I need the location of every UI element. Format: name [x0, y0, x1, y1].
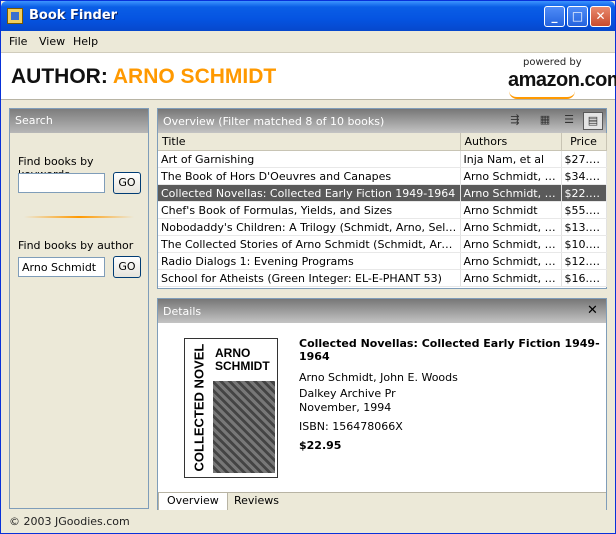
table-row[interactable]: Nobodaddy's Children: A Trilogy (Schmidt…: [158, 218, 607, 236]
cover-photo: [213, 381, 275, 473]
table-header-row: Title Authors Price: [158, 133, 607, 151]
amazon-logo: amazon.com: [508, 69, 616, 91]
details-panel: Details ✕ COLLECTED NOVELLAS ARNO SCHMID…: [157, 298, 607, 510]
row-title: Collected Novellas: Collected Early Fict…: [158, 184, 461, 202]
row-title: School for Atheists (Green Integer: EL-E…: [158, 269, 461, 287]
row-price: $27.97: [561, 150, 607, 168]
list-view-icon[interactable]: ☰: [559, 112, 579, 130]
cover-spine: COLLECTED NOVELLAS: [188, 343, 210, 475]
amazon-smile-icon: [509, 91, 575, 99]
table-row[interactable]: Art of Garnishing Inja Nam, et al $27.97: [158, 150, 607, 168]
table-row-selected[interactable]: Collected Novellas: Collected Early Fict…: [158, 184, 607, 202]
details-title: Details: [163, 305, 202, 318]
row-title: Radio Dialogs 1: Evening Programs: [158, 252, 461, 270]
powered-by-label: powered by: [523, 57, 582, 68]
close-window-button[interactable]: ✕: [590, 6, 611, 27]
row-price: $55.00: [561, 201, 607, 219]
table-row[interactable]: The Collected Stories of Arno Schmidt (S…: [158, 235, 607, 253]
window-title: Book Finder: [29, 8, 118, 23]
author-header: AUTHOR: ARNO SCHMIDT powered by amazon.c…: [1, 53, 616, 100]
book-authors: Arno Schmidt, John E. Woods: [299, 371, 458, 384]
menu-file[interactable]: File: [9, 35, 27, 48]
table-row[interactable]: Radio Dialogs 1: Evening Programs Arno Sc…: [158, 252, 607, 270]
keywords-go-button[interactable]: GO: [113, 172, 141, 194]
separator: [24, 216, 134, 218]
row-title: Nobodaddy's Children: A Trilogy (Schmidt…: [158, 218, 461, 236]
minimize-button[interactable]: _: [544, 6, 565, 27]
row-price: $22.95: [561, 184, 607, 202]
row-title: Chef's Book of Formulas, Yields, and Siz…: [158, 201, 461, 219]
maximize-button[interactable]: □: [567, 6, 588, 27]
overview-panel: Overview (Filter matched 8 of 10 books) …: [157, 108, 607, 289]
book-title: Collected Novellas: Collected Early Fict…: [299, 337, 600, 363]
menu-view[interactable]: View: [39, 35, 65, 48]
table-body: Art of Garnishing Inja Nam, et al $27.97 T…: [158, 150, 607, 287]
row-price: $12.95: [561, 252, 607, 270]
author-prefix: AUTHOR:: [11, 65, 108, 88]
row-authors: Arno Schmidt, et al: [460, 167, 562, 185]
row-authors: Inja Nam, et al: [460, 150, 562, 168]
table-row[interactable]: The Book of Hors D'Oeuvres and Canapes Ar…: [158, 167, 607, 185]
book-cover-image: COLLECTED NOVELLAS ARNO SCHMIDT: [184, 338, 278, 478]
book-price: $22.95: [299, 439, 342, 452]
table-row[interactable]: School for Atheists (Green Integer: EL-E…: [158, 269, 607, 287]
row-price: $10.80: [561, 235, 607, 253]
tab-reviews[interactable]: Reviews: [226, 493, 287, 510]
close-details-icon[interactable]: ✕: [587, 303, 598, 318]
row-price: $13.95: [561, 218, 607, 236]
title-bar[interactable]: Book Finder _ □ ✕: [1, 1, 615, 31]
column-price[interactable]: Price: [561, 133, 607, 151]
book-publisher: Dalkey Archive Pr: [299, 387, 396, 400]
row-authors: Arno Schmidt, et al: [460, 184, 562, 202]
column-authors[interactable]: Authors: [460, 133, 562, 151]
search-panel-title: Search: [15, 114, 53, 127]
author-go-button[interactable]: GO: [113, 256, 141, 278]
cover-author: ARNO SCHMIDT: [215, 346, 270, 373]
row-authors: Arno Schmidt, et al: [460, 218, 562, 236]
author-name: ARNO SCHMIDT: [112, 65, 277, 88]
author-heading: AUTHOR: ARNO SCHMIDT: [11, 65, 276, 89]
row-authors: Arno Schmidt, et al: [460, 252, 562, 270]
column-title[interactable]: Title: [158, 133, 461, 151]
row-title: The Book of Hors D'Oeuvres and Canapes: [158, 167, 461, 185]
row-authors: Arno Schmidt, et al: [460, 235, 562, 253]
row-price: $34.97: [561, 167, 607, 185]
book-isbn: ISBN: 156478066X: [299, 420, 403, 433]
keywords-input[interactable]: [18, 173, 105, 193]
filter-icon[interactable]: ⇶: [505, 112, 525, 130]
grid-view-icon[interactable]: ▦: [535, 112, 555, 130]
search-panel-header: Search: [10, 109, 148, 133]
app-book-icon: [7, 8, 23, 24]
app-window: Book Finder _ □ ✕ File View Help AUTHOR:…: [0, 0, 616, 534]
row-title: The Collected Stories of Arno Schmidt (S…: [158, 235, 461, 253]
author-input[interactable]: [18, 257, 105, 277]
search-panel: Search Find books by keywords GO Find bo…: [9, 108, 149, 509]
menu-bar: File View Help: [1, 32, 615, 53]
table-view-icon[interactable]: ▤: [583, 112, 603, 130]
overview-panel-header: Overview (Filter matched 8 of 10 books) …: [158, 109, 606, 133]
row-price: $16.95: [561, 269, 607, 287]
row-title: Art of Garnishing: [158, 150, 461, 168]
menu-help[interactable]: Help: [73, 35, 98, 48]
book-date: November, 1994: [299, 401, 392, 414]
cover-title: COLLECTED NOVELLAS: [191, 343, 207, 472]
details-panel-header: Details ✕: [158, 299, 606, 323]
books-table: Title Authors Price Art of Garnishing Inj…: [158, 133, 607, 287]
details-tabs: Overview Reviews: [158, 492, 606, 510]
row-authors: Arno Schmidt: [460, 201, 562, 219]
overview-title: Overview (Filter matched 8 of 10 books): [163, 115, 385, 128]
status-bar: © 2003 JGoodies.com: [9, 515, 130, 528]
row-authors: Arno Schmidt, et al: [460, 269, 562, 287]
tab-overview[interactable]: Overview: [158, 493, 228, 510]
table-row[interactable]: Chef's Book of Formulas, Yields, and Siz…: [158, 201, 607, 219]
author-label: Find books by author: [18, 239, 134, 252]
